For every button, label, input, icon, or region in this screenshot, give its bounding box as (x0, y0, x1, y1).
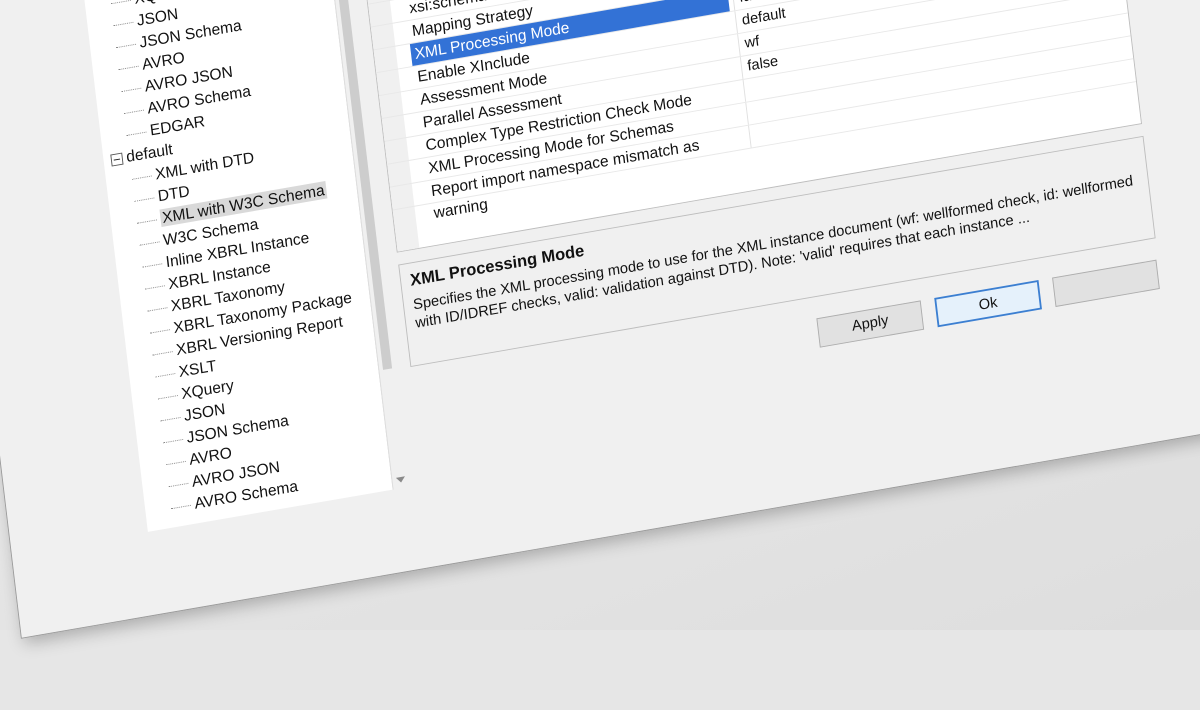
tree-connector (155, 373, 176, 378)
tree-item-label: XSLT (177, 356, 218, 381)
tree-connector (110, 0, 131, 5)
tree-connector (136, 219, 158, 224)
tree-connector (157, 395, 178, 400)
tree-connector (147, 307, 168, 312)
tree-connector (134, 197, 155, 202)
tree-item-label: AVRO (188, 443, 233, 469)
tree-item-label: DTD (156, 182, 191, 206)
collapse-icon[interactable] (110, 152, 124, 167)
tree-connector (121, 87, 142, 93)
tree-connector (142, 263, 163, 268)
tree-connector (163, 438, 184, 444)
tree-connector (152, 351, 173, 356)
tree-connector (168, 482, 189, 488)
tree-item-label: AVRO (141, 48, 186, 74)
tree-connector (123, 109, 144, 115)
tree-connector (131, 175, 152, 180)
tree-connector (144, 285, 165, 290)
tree-connector (150, 329, 171, 334)
tree-connector (116, 43, 137, 49)
cancel-button[interactable] (1052, 259, 1160, 307)
tree-connector (113, 21, 134, 27)
ok-button[interactable]: Ok (934, 280, 1042, 328)
tree-connector (139, 241, 160, 246)
tree-item-label: JSON (183, 400, 227, 425)
scroll-down-arrow-icon[interactable] (395, 476, 406, 484)
tree-item-label: JSON (135, 4, 180, 30)
tree-connector (160, 417, 181, 422)
tree-connector (118, 65, 139, 71)
tree-connector (170, 504, 192, 510)
tree-connector (126, 131, 147, 136)
tree-connector (165, 460, 186, 466)
apply-button[interactable]: Apply (816, 300, 925, 348)
